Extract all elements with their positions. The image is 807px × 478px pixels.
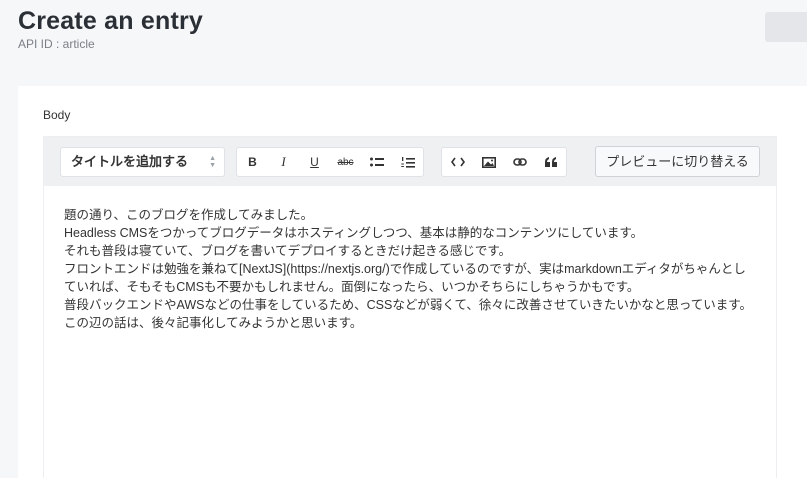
link-button[interactable]	[504, 148, 535, 176]
content-line: それも普段は寝ていて、ブログを書いてデプロイするときだけ起きる感じです。	[64, 244, 512, 258]
strikethrough-button[interactable]: abc	[330, 148, 361, 176]
api-id-label: API ID : article	[18, 37, 95, 51]
insert-button-group	[441, 147, 567, 177]
page-header: Create an entry API ID : article	[18, 6, 203, 51]
image-button[interactable]	[473, 148, 504, 176]
italic-button[interactable]: I	[268, 148, 299, 176]
bullet-list-icon	[369, 157, 384, 167]
format-button-group: B I U abc	[236, 147, 424, 177]
content-line: 普段バックエンドやAWSなどの仕事をしているため、CSSなどが弱くて、徐々に改善…	[64, 298, 752, 312]
numbered-list-icon	[400, 156, 415, 168]
preview-toggle-button[interactable]: プレビューに切り替える	[595, 146, 760, 177]
bullet-list-button[interactable]	[361, 148, 392, 176]
quote-button[interactable]	[535, 148, 566, 176]
content-line: Headless CMSをつかってブログデータはホスティングしつつ、基本は静的な…	[64, 226, 644, 240]
numbered-list-button[interactable]	[392, 148, 423, 176]
content-line: この辺の話は、後々記事化してみようかと思います。	[64, 316, 363, 330]
header-action-button[interactable]	[765, 12, 807, 42]
code-button[interactable]	[442, 148, 473, 176]
bold-button[interactable]: B	[237, 148, 268, 176]
select-arrows-icon: ▲ ▼	[209, 155, 216, 169]
heading-select-label: タイトルを追加する	[71, 154, 189, 169]
content-line: フロントエンドは勉強を兼ねて[NextJS](https://nextjs.or…	[64, 262, 746, 294]
editor-content[interactable]: 題の通り、このブログを作成してみました。 Headless CMSをつかってブロ…	[44, 186, 776, 332]
quote-icon	[544, 157, 557, 167]
underline-button[interactable]: U	[299, 148, 330, 176]
heading-select[interactable]: タイトルを追加する ▲ ▼	[60, 147, 225, 177]
content-line: 題の通り、このブログを作成してみました。	[64, 208, 314, 222]
entry-card: Body タイトルを追加する ▲ ▼ B I U abc プレビューに切り替える…	[18, 86, 807, 478]
editor-toolbar: タイトルを追加する ▲ ▼ B I U abc プレビューに切り替える	[44, 137, 776, 186]
code-icon	[450, 157, 465, 167]
markdown-editor: タイトルを追加する ▲ ▼ B I U abc プレビューに切り替える 題の通り…	[43, 136, 777, 478]
image-icon	[481, 156, 496, 168]
body-field-label: Body	[43, 108, 71, 122]
page-title: Create an entry	[18, 7, 204, 35]
link-icon	[512, 158, 527, 166]
